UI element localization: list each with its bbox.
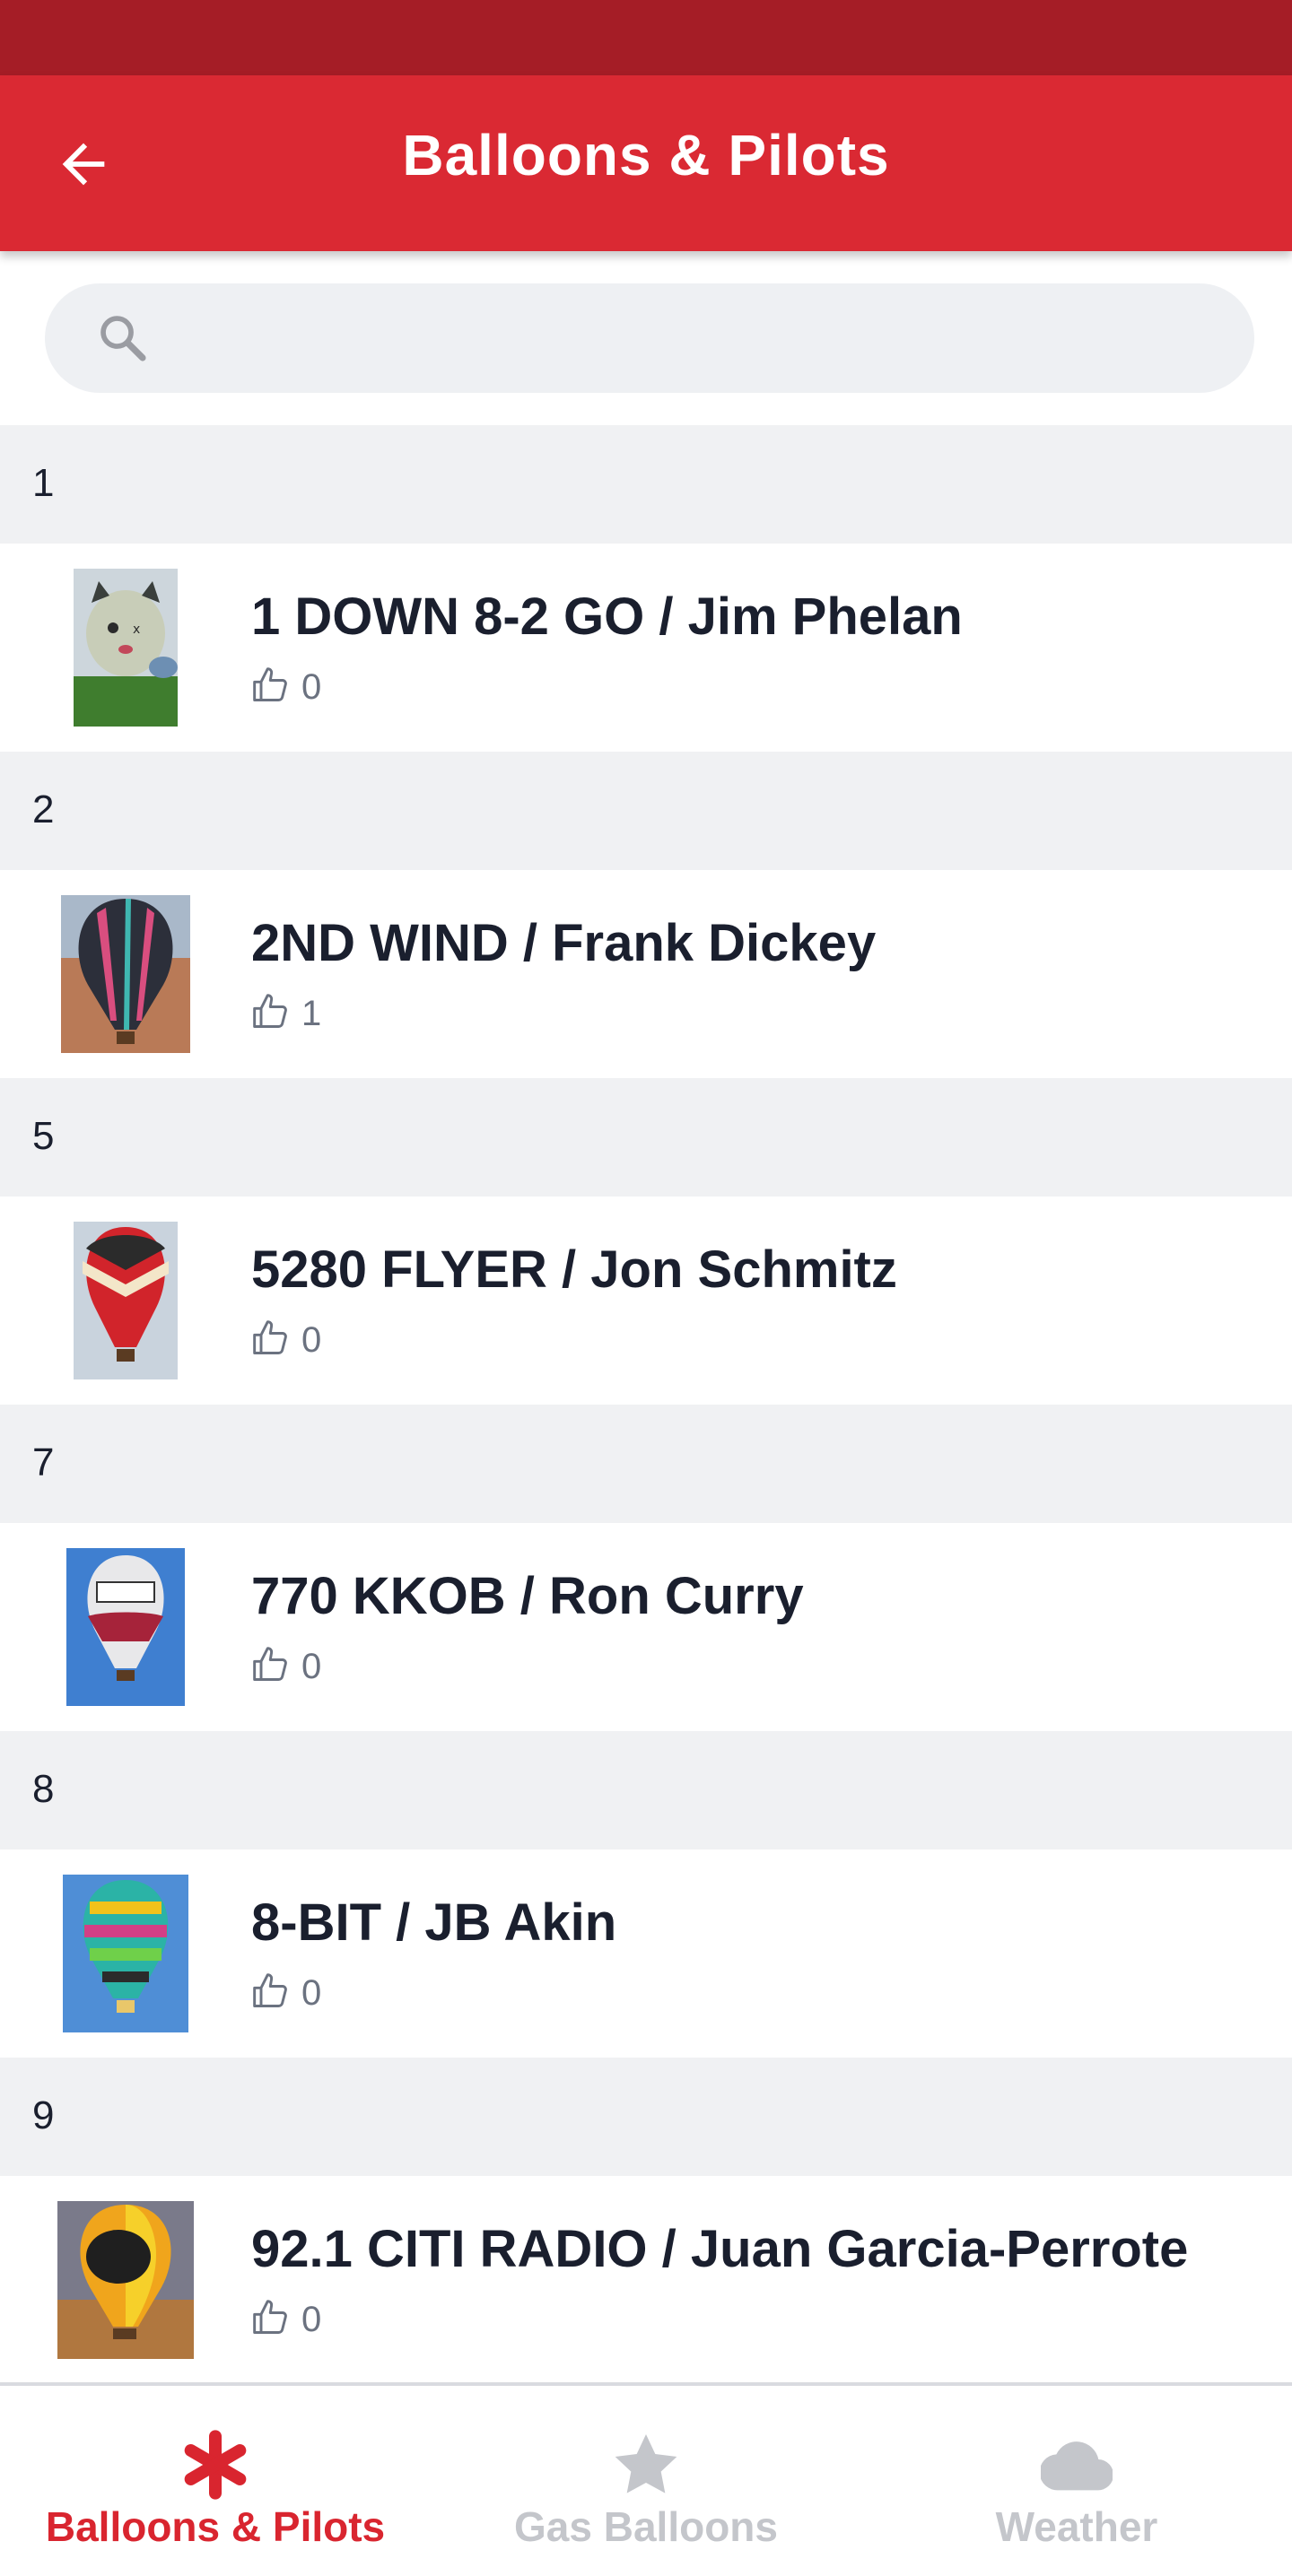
- search-icon: [100, 316, 146, 361]
- section-header: 8: [0, 1731, 1292, 1849]
- tab-balloons-pilots[interactable]: Balloons & Pilots: [0, 2397, 431, 2576]
- like-count: 0: [301, 1647, 322, 1686]
- balloon-thumbnail: [57, 2201, 194, 2359]
- balloon-thumbnail: x: [74, 569, 178, 727]
- status-bar: [0, 0, 1292, 75]
- balloon-thumbnail: [63, 1875, 188, 2032]
- thumbs-up-icon: [253, 2300, 287, 2334]
- app-header: Balloons & Pilots: [0, 75, 1292, 251]
- like-count: 0: [301, 1973, 322, 2013]
- list-item[interactable]: 92.1 CITI RADIO / Juan Garcia-Perrote 0: [0, 2176, 1292, 2384]
- like-count: 0: [301, 1320, 322, 1360]
- list-item[interactable]: x 1 DOWN 8-2 GO / Jim Phelan 0: [0, 544, 1292, 752]
- thumbs-up-icon: [253, 1320, 287, 1354]
- section-header: 1: [0, 425, 1292, 544]
- search-box[interactable]: [45, 283, 1254, 393]
- thumbs-up-icon: [253, 667, 287, 701]
- balloon-title: 1 DOWN 8-2 GO / Jim Phelan: [251, 587, 963, 646]
- like-count: 0: [301, 667, 322, 707]
- list-item[interactable]: 770 KKOB / Ron Curry 0: [0, 1523, 1292, 1731]
- balloon-title: 92.1 CITI RADIO / Juan Garcia-Perrote: [251, 2220, 1189, 2278]
- thumbs-up-icon: [253, 994, 287, 1028]
- section-letter: 9: [32, 2093, 55, 2137]
- section-letter: 5: [32, 1114, 55, 1158]
- thumbs-up-icon: [253, 1973, 287, 2007]
- section-header: 5: [0, 1078, 1292, 1197]
- tab-label: Balloons & Pilots: [45, 2503, 386, 2550]
- section-letter: 8: [32, 1767, 55, 1811]
- balloon-thumbnail: [66, 1548, 185, 1706]
- bottom-tab-bar: Balloons & Pilots Gas Balloons Weather: [0, 2397, 1292, 2576]
- search-bar: [0, 251, 1292, 425]
- section-header: 9: [0, 2058, 1292, 2176]
- page-title: Balloons & Pilots: [402, 123, 890, 187]
- balloon-title: 5280 FLYER / Jon Schmitz: [251, 1240, 897, 1299]
- section-letter: 2: [32, 788, 55, 831]
- thumbs-up-icon: [253, 1647, 287, 1681]
- list-item[interactable]: 5280 FLYER / Jon Schmitz 0: [0, 1197, 1292, 1405]
- asterisk-icon: [184, 2430, 247, 2500]
- svg-text:x: x: [133, 622, 140, 637]
- like-count: 0: [301, 2300, 322, 2339]
- balloon-thumbnail: [61, 895, 190, 1053]
- balloon-thumbnail: [74, 1222, 178, 1379]
- like-count: 1: [301, 994, 322, 1033]
- cloud-icon: [1041, 2441, 1113, 2491]
- star-icon: [615, 2434, 677, 2493]
- list-item[interactable]: 2ND WIND / Frank Dickey 1: [0, 870, 1292, 1078]
- tab-gas-balloons[interactable]: Gas Balloons: [431, 2397, 861, 2576]
- section-letter: 1: [32, 461, 55, 505]
- tab-label: Weather: [995, 2503, 1158, 2550]
- section-letter: 7: [32, 1440, 55, 1484]
- section-header: 7: [0, 1405, 1292, 1523]
- divider: [0, 2382, 1292, 2386]
- tab-weather[interactable]: Weather: [861, 2397, 1292, 2576]
- list-item[interactable]: 8-BIT / JB Akin 0: [0, 1849, 1292, 2058]
- balloon-title: 8-BIT / JB Akin: [251, 1893, 617, 1952]
- balloon-title: 770 KKOB / Ron Curry: [251, 1567, 804, 1625]
- balloon-title: 2ND WIND / Frank Dickey: [251, 914, 877, 972]
- balloon-list: 1 x 1 DOWN 8-2 GO / Jim Phelan 0 2 2ND W…: [0, 425, 1292, 2384]
- tab-label: Gas Balloons: [514, 2503, 778, 2550]
- section-header: 2: [0, 752, 1292, 870]
- search-input[interactable]: [170, 301, 1206, 377]
